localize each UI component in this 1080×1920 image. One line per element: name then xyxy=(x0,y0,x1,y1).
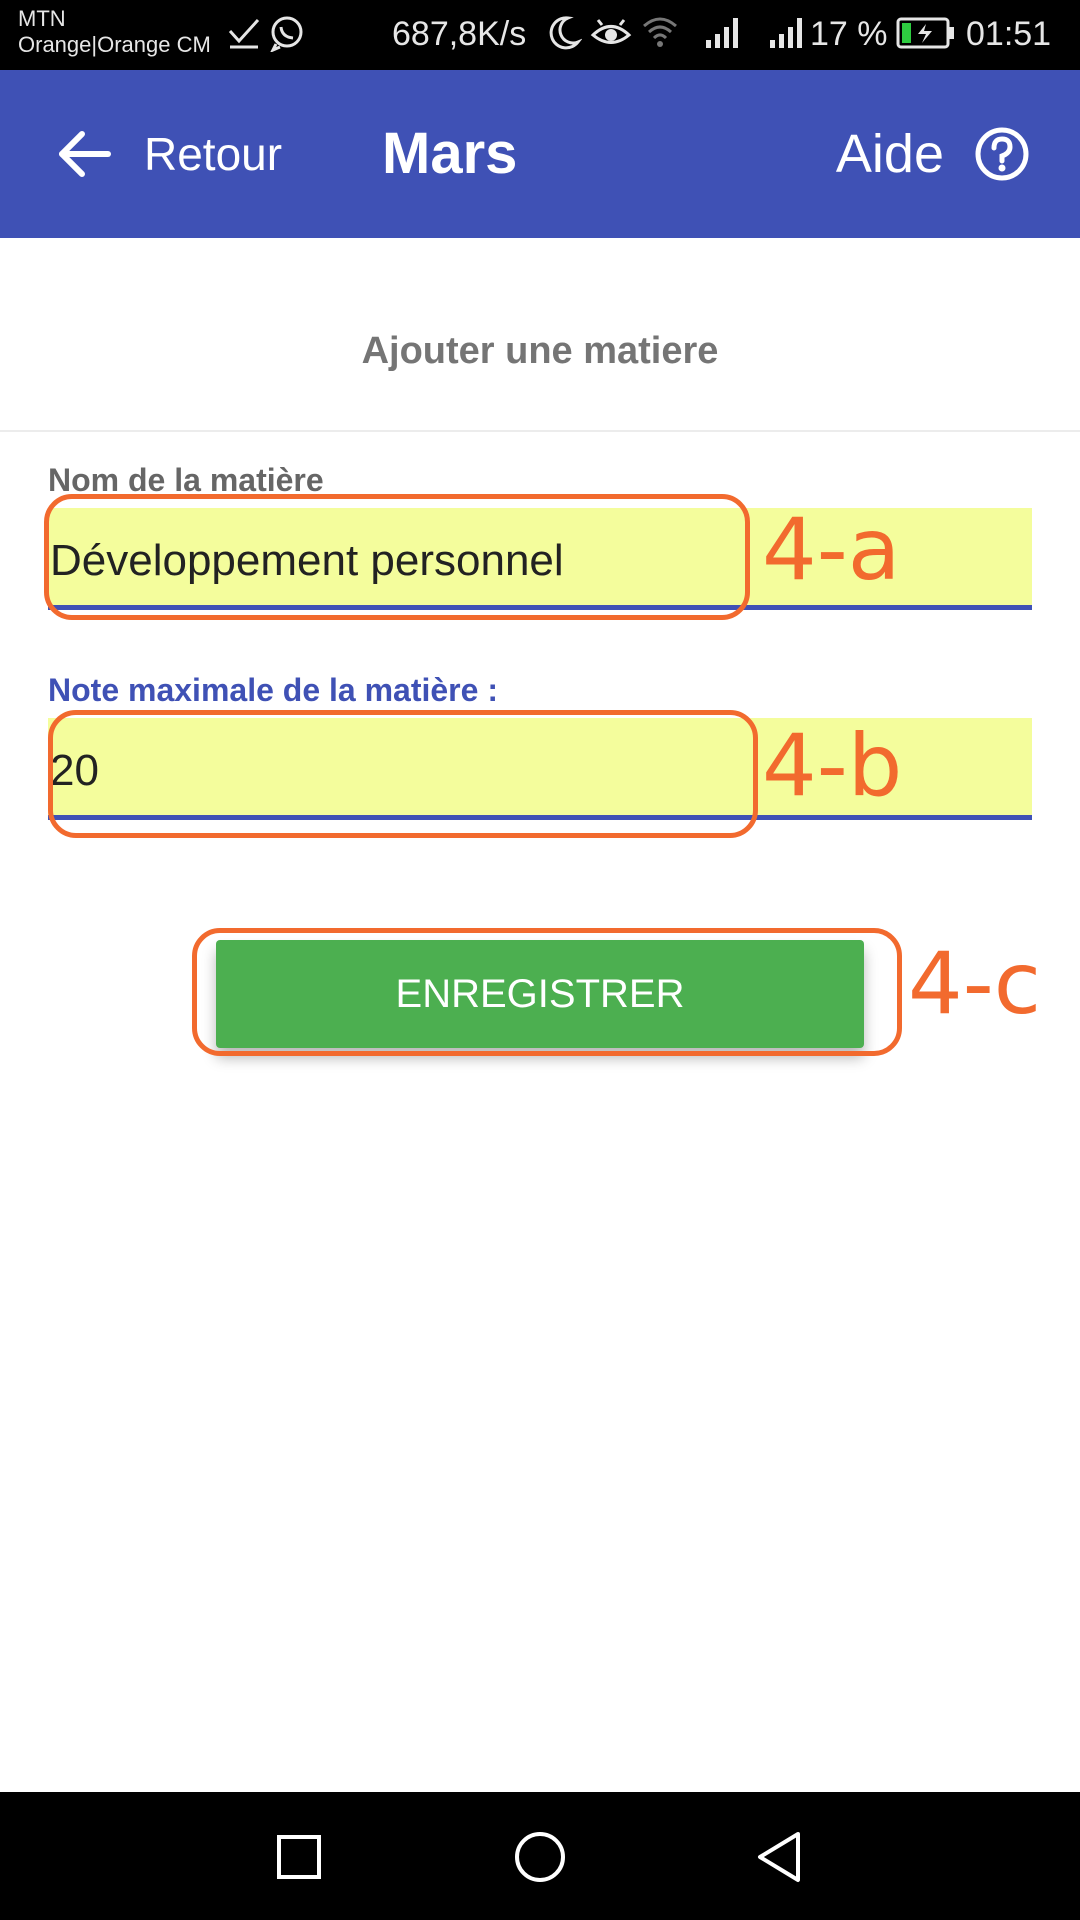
battery-percent: 17 % xyxy=(810,15,888,53)
help-button[interactable]: Aide xyxy=(836,116,1030,192)
navigation-bar xyxy=(0,1792,1080,1920)
annotation-label-4a: 4-a xyxy=(762,500,901,600)
max-grade-label: Note maximale de la matière : xyxy=(48,672,498,708)
signal-icon xyxy=(770,18,802,48)
moon-icon xyxy=(549,16,582,50)
question-circle-icon xyxy=(975,127,1029,181)
help-label: Aide xyxy=(835,124,944,184)
battery-charging-icon xyxy=(896,17,954,49)
divider xyxy=(0,430,1080,432)
back-button[interactable]: Retour xyxy=(56,116,282,192)
recents-icon[interactable] xyxy=(264,1822,334,1892)
app-bar: Retour Mars Aide xyxy=(0,70,1080,238)
arrow-left-icon xyxy=(59,131,111,177)
eye-icon xyxy=(590,19,632,44)
annotation-box-4a xyxy=(44,494,750,620)
network-speed: 687,8K/s xyxy=(392,15,527,53)
annotation-label-4b: 4-b xyxy=(762,716,903,816)
annotation-label-4c: 4-c xyxy=(908,934,1042,1034)
back-label: Retour xyxy=(144,128,283,180)
page-title: Mars xyxy=(382,121,518,186)
status-bar: MTN Orange|Orange CM 687,8K/s 17 % 01:51 xyxy=(0,0,1080,70)
wifi-icon xyxy=(643,17,677,47)
home-icon[interactable] xyxy=(505,1822,575,1892)
annotation-box-4c xyxy=(192,928,902,1056)
clock: 01:51 xyxy=(966,15,1052,53)
carrier-info: MTN Orange|Orange CM xyxy=(18,6,211,58)
check-icon xyxy=(228,18,260,49)
signal-icon xyxy=(706,18,738,48)
carrier-line-2: Orange|Orange CM xyxy=(18,32,211,57)
annotation-box-4b xyxy=(48,710,758,838)
carrier-line-1: MTN xyxy=(18,6,66,31)
form-title: Ajouter une matiere xyxy=(361,330,719,372)
whatsapp-icon xyxy=(270,16,303,52)
back-icon[interactable] xyxy=(746,1822,816,1892)
